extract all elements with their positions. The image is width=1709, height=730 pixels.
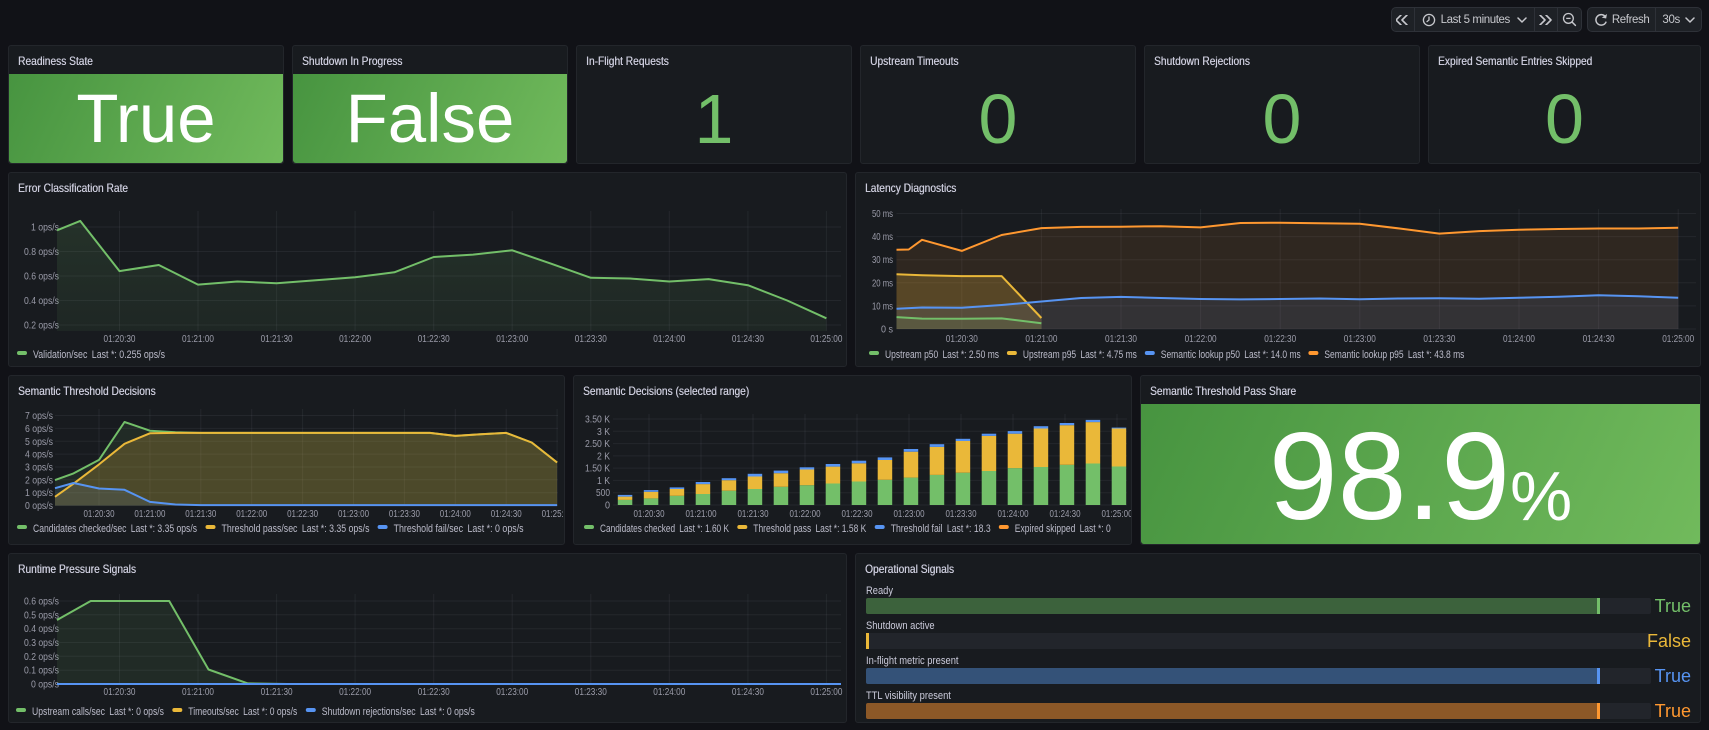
svg-text:3.50 K: 3.50 K bbox=[585, 414, 610, 426]
svg-text:01:22:00: 01:22:00 bbox=[790, 509, 821, 520]
svg-text:0.6 ops/s: 0.6 ops/s bbox=[24, 271, 59, 283]
svg-text:Candidates checked Last *: 1.6: Candidates checked Last *: 1.60 K bbox=[600, 523, 729, 535]
svg-text:01:22:30: 01:22:30 bbox=[842, 509, 873, 520]
svg-text:01:24:00: 01:24:00 bbox=[440, 509, 471, 520]
svg-text:01:22:30: 01:22:30 bbox=[418, 333, 450, 345]
svg-text:01:23:00: 01:23:00 bbox=[338, 509, 369, 520]
svg-text:01:24:00: 01:24:00 bbox=[653, 686, 685, 698]
svg-text:3 ops/s: 3 ops/s bbox=[25, 462, 53, 474]
svg-text:Candidates checked/sec Last *:: Candidates checked/sec Last *: 3.35 ops/… bbox=[33, 523, 197, 535]
svg-text:500: 500 bbox=[596, 487, 610, 499]
svg-text:01:25:00: 01:25:00 bbox=[1102, 509, 1133, 520]
svg-text:01:22:00: 01:22:00 bbox=[339, 333, 371, 345]
svg-text:01:22:00: 01:22:00 bbox=[339, 686, 371, 698]
svg-text:0.5 ops/s: 0.5 ops/s bbox=[24, 609, 59, 621]
svg-text:01:24:30: 01:24:30 bbox=[491, 509, 522, 520]
svg-text:01:23:30: 01:23:30 bbox=[389, 509, 420, 520]
svg-text:01:21:30: 01:21:30 bbox=[1105, 333, 1137, 345]
svg-text:Expired skipped Last *: 0: Expired skipped Last *: 0 bbox=[1015, 523, 1111, 535]
svg-text:01:21:30: 01:21:30 bbox=[738, 509, 769, 520]
svg-text:0.1 ops/s: 0.1 ops/s bbox=[24, 665, 59, 677]
svg-text:Threshold fail/sec Last *: 0 o: Threshold fail/sec Last *: 0 ops/s bbox=[394, 523, 524, 535]
svg-text:Threshold pass/sec Last *: 3.3: Threshold pass/sec Last *: 3.35 ops/s bbox=[222, 523, 370, 535]
svg-text:01:24:30: 01:24:30 bbox=[1050, 509, 1081, 520]
svg-text:2 ops/s: 2 ops/s bbox=[25, 474, 53, 486]
svg-text:01:20:30: 01:20:30 bbox=[634, 509, 665, 520]
svg-text:Semantic lookup p50 Last *: 14: Semantic lookup p50 Last *: 14.0 ms bbox=[1161, 349, 1301, 361]
svg-text:Upstream calls/sec Last *: 0 o: Upstream calls/sec Last *: 0 ops/s bbox=[32, 706, 164, 718]
svg-text:2.50 K: 2.50 K bbox=[585, 438, 610, 450]
svg-text:01:22:30: 01:22:30 bbox=[1264, 333, 1296, 345]
svg-text:1 K: 1 K bbox=[597, 475, 610, 487]
svg-text:2 K: 2 K bbox=[597, 450, 610, 462]
svg-text:1.50 K: 1.50 K bbox=[585, 463, 610, 475]
svg-text:01:24:00: 01:24:00 bbox=[1503, 333, 1535, 345]
svg-text:0.8 ops/s: 0.8 ops/s bbox=[24, 246, 59, 258]
svg-text:01:21:00: 01:21:00 bbox=[1025, 333, 1057, 345]
svg-text:01:23:30: 01:23:30 bbox=[575, 686, 607, 698]
svg-text:Timeouts/sec Last *: 0 ops/s: Timeouts/sec Last *: 0 ops/s bbox=[188, 706, 297, 718]
svg-text:01:24:30: 01:24:30 bbox=[732, 686, 764, 698]
svg-text:0 s: 0 s bbox=[881, 324, 893, 336]
svg-text:Upstream p95 Last *: 4.75 ms: Upstream p95 Last *: 4.75 ms bbox=[1023, 349, 1137, 361]
svg-text:Threshold fail Last *: 18.3: Threshold fail Last *: 18.3 bbox=[891, 523, 991, 535]
svg-text:01:21:30: 01:21:30 bbox=[185, 509, 216, 520]
svg-text:01:24:30: 01:24:30 bbox=[1583, 333, 1615, 345]
svg-text:1 ops/s: 1 ops/s bbox=[25, 487, 53, 499]
svg-text:6 ops/s: 6 ops/s bbox=[25, 423, 53, 435]
svg-text:4 ops/s: 4 ops/s bbox=[25, 449, 53, 461]
svg-text:01:24:00: 01:24:00 bbox=[998, 509, 1029, 520]
svg-text:0.4 ops/s: 0.4 ops/s bbox=[24, 295, 59, 307]
svg-text:01:25:00: 01:25:00 bbox=[542, 509, 565, 520]
svg-text:1 ops/s: 1 ops/s bbox=[31, 222, 59, 234]
svg-text:01:23:30: 01:23:30 bbox=[575, 333, 607, 345]
svg-text:0.2 ops/s: 0.2 ops/s bbox=[24, 320, 59, 332]
svg-text:01:21:00: 01:21:00 bbox=[134, 509, 165, 520]
svg-text:0.2 ops/s: 0.2 ops/s bbox=[24, 651, 59, 663]
svg-text:01:20:30: 01:20:30 bbox=[946, 333, 978, 345]
svg-text:01:23:00: 01:23:00 bbox=[894, 509, 925, 520]
svg-text:01:24:00: 01:24:00 bbox=[653, 333, 685, 345]
svg-text:40 ms: 40 ms bbox=[872, 231, 893, 243]
svg-text:7 ops/s: 7 ops/s bbox=[25, 410, 53, 422]
svg-text:0.6 ops/s: 0.6 ops/s bbox=[24, 596, 59, 608]
svg-text:01:23:30: 01:23:30 bbox=[946, 509, 977, 520]
svg-text:01:22:30: 01:22:30 bbox=[287, 509, 318, 520]
svg-text:01:21:00: 01:21:00 bbox=[182, 686, 214, 698]
svg-text:Validation/sec Last *: 0.255 o: Validation/sec Last *: 0.255 ops/s bbox=[33, 349, 165, 361]
svg-text:Shutdown rejections/sec Last *: Shutdown rejections/sec Last *: 0 ops/s bbox=[322, 706, 475, 718]
svg-text:0.3 ops/s: 0.3 ops/s bbox=[24, 637, 59, 649]
svg-text:Threshold pass Last *: 1.58 K: Threshold pass Last *: 1.58 K bbox=[753, 523, 867, 535]
svg-text:01:20:30: 01:20:30 bbox=[104, 333, 136, 345]
svg-text:01:25:00: 01:25:00 bbox=[810, 333, 842, 345]
svg-text:01:25:00: 01:25:00 bbox=[810, 686, 842, 698]
svg-text:01:22:00: 01:22:00 bbox=[236, 509, 267, 520]
svg-text:0 ops/s: 0 ops/s bbox=[31, 679, 59, 691]
svg-text:30 ms: 30 ms bbox=[872, 254, 893, 266]
svg-text:01:23:00: 01:23:00 bbox=[496, 333, 528, 345]
svg-text:01:23:00: 01:23:00 bbox=[1344, 333, 1376, 345]
svg-text:01:20:30: 01:20:30 bbox=[104, 686, 136, 698]
svg-text:01:25:00: 01:25:00 bbox=[1662, 333, 1694, 345]
svg-text:0: 0 bbox=[605, 500, 610, 512]
svg-text:01:23:00: 01:23:00 bbox=[496, 686, 528, 698]
svg-text:Upstream p50 Last *: 2.50 ms: Upstream p50 Last *: 2.50 ms bbox=[885, 349, 999, 361]
svg-text:20 ms: 20 ms bbox=[872, 277, 893, 289]
svg-text:01:20:30: 01:20:30 bbox=[84, 509, 115, 520]
svg-text:3 K: 3 K bbox=[597, 426, 610, 438]
svg-text:01:21:00: 01:21:00 bbox=[686, 509, 717, 520]
svg-text:01:21:00: 01:21:00 bbox=[182, 333, 214, 345]
svg-text:10 ms: 10 ms bbox=[872, 300, 893, 312]
svg-text:01:24:30: 01:24:30 bbox=[732, 333, 764, 345]
svg-text:01:23:30: 01:23:30 bbox=[1423, 333, 1455, 345]
svg-text:Semantic lookup p95 Last *: 43: Semantic lookup p95 Last *: 43.8 ms bbox=[1324, 349, 1464, 361]
svg-text:50 ms: 50 ms bbox=[872, 208, 893, 220]
svg-text:0.4 ops/s: 0.4 ops/s bbox=[24, 623, 59, 635]
svg-text:01:22:30: 01:22:30 bbox=[418, 686, 450, 698]
svg-text:0 ops/s: 0 ops/s bbox=[25, 500, 53, 512]
svg-text:5 ops/s: 5 ops/s bbox=[25, 436, 53, 448]
svg-text:01:21:30: 01:21:30 bbox=[261, 686, 293, 698]
svg-text:01:22:00: 01:22:00 bbox=[1185, 333, 1217, 345]
svg-text:01:21:30: 01:21:30 bbox=[261, 333, 293, 345]
